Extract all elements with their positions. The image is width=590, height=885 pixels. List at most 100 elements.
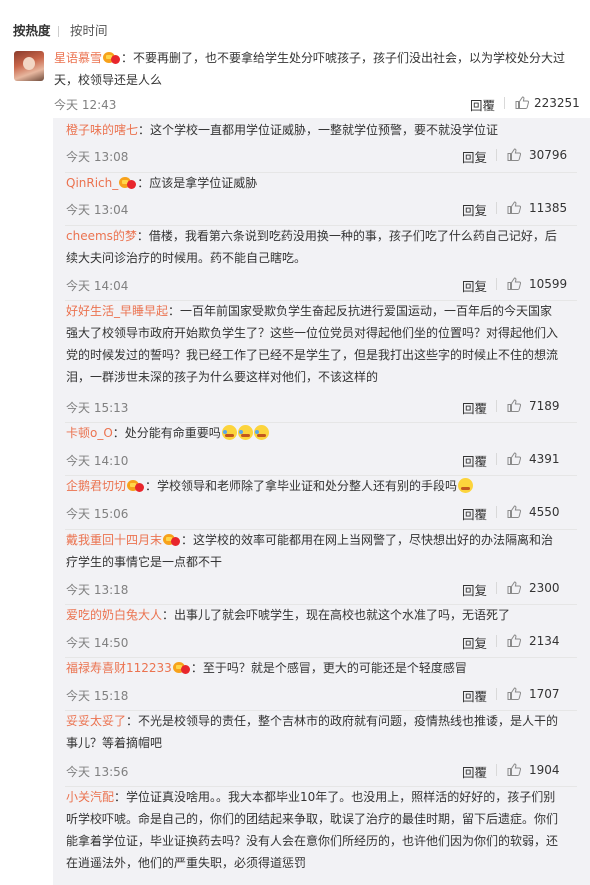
reply-text: ：学位证真没啥用。。我大本都毕业10年了。也没用上，照样活的好好的，孩子们别听学…	[66, 790, 559, 870]
like-icon[interactable]	[507, 399, 521, 412]
like-icon[interactable]	[507, 148, 521, 161]
like-icon[interactable]	[507, 687, 521, 700]
reply-text: ：至于吗？就是个感冒，更大的可能还是个轻度感冒	[190, 661, 467, 675]
reply-button[interactable]: 回复	[462, 200, 487, 219]
action-divider	[504, 97, 505, 109]
reply-time: 今天 14:10	[66, 454, 129, 468]
action-divider	[496, 582, 497, 594]
like-count: 2300	[529, 581, 560, 595]
emoji-icon	[237, 425, 253, 440]
username-link[interactable]: 星语慕雪	[54, 51, 102, 65]
reply-time: 今天 13:56	[66, 765, 129, 779]
reply-text: ：处分能有命重要吗	[112, 426, 221, 440]
emoji-icon	[221, 425, 237, 440]
reply-button[interactable]: 回复	[462, 580, 487, 599]
reply-text: ：应该是拿学位证威胁	[137, 176, 258, 190]
action-divider	[496, 635, 497, 647]
reply-body: cheems的梦：借楼，我看第六条说到吃药没用换一种的事，孩子们吃了什么药自己记…	[66, 225, 562, 269]
reply-button[interactable]: 回复	[462, 633, 487, 652]
reply-body: QinRich_ ：应该是拿学位证威胁	[66, 172, 562, 194]
reply-username-link[interactable]: 卡顿o_O	[66, 426, 113, 440]
reply-body: 妥妥太妥了：不光是校领导的责任，整个吉林市的政府就有问题，疫情热线也推诿，是人干…	[66, 710, 562, 754]
reply-username-link[interactable]: cheems的梦	[66, 229, 137, 243]
like-icon[interactable]	[507, 505, 521, 518]
reply-button[interactable]: 回覆	[462, 451, 487, 470]
reply-text: ：这个学校一直都用学位证威胁，一整就学位预警，要不就没学位证	[138, 123, 499, 137]
like-count: 1707	[529, 687, 560, 701]
reply-body: 小关汽配：学位证真没啥用。。我大本都毕业10年了。也没用上，照样活的好好的，孩子…	[66, 786, 562, 874]
reply-username-link[interactable]: 好好生活_早睡早起	[66, 304, 168, 318]
vip-badge-icon	[119, 176, 137, 189]
reply-body: 好好生活_早睡早起：一百年前国家受欺负学生奋起反抗进行爱国运动，一百年后的今天国…	[66, 300, 562, 388]
like-icon[interactable]	[515, 96, 529, 109]
like-icon[interactable]	[507, 581, 521, 594]
action-divider	[496, 764, 497, 776]
reply-button[interactable]: 回覆	[462, 398, 487, 417]
like-count: 11385	[529, 201, 568, 215]
reply-button[interactable]: 回覆	[462, 504, 487, 523]
action-divider	[496, 202, 497, 214]
comment-time: 今天 12:43	[54, 98, 117, 112]
like-icon[interactable]	[507, 201, 521, 214]
vip-badge-icon	[163, 533, 181, 546]
like-count: 7189	[529, 399, 560, 413]
reply-username-link[interactable]: 爱吃的奶白兔大人	[66, 608, 162, 622]
reply-button[interactable]: 回复	[462, 147, 487, 166]
action-divider	[496, 278, 497, 290]
comment-body: 星语慕雪 ：不要再删了，也不要拿给学生处分吓唬孩子，孩子们没出社会，以为学校处分大…	[54, 47, 582, 91]
action-divider	[496, 453, 497, 465]
reply-button[interactable]: 回复	[462, 276, 487, 295]
reply-body: 爱吃的奶白兔大人：出事儿了就会吓唬学生，现在高校也就这个水准了吗，无语死了	[66, 604, 562, 626]
reply-username-link[interactable]: 企鹅君切切	[66, 479, 126, 493]
vip-badge-icon	[127, 479, 145, 492]
reply-text: ：学校领导和老师除了拿毕业证和处分整人还有别的手段吗	[145, 479, 458, 493]
like-count: 2134	[529, 634, 560, 648]
reply-body: 卡顿o_O：处分能有命重要吗	[66, 422, 562, 444]
reply-username-link[interactable]: 橙子味的嗐七	[66, 123, 138, 137]
top-comment: 星语慕雪 ：不要再删了，也不要拿给学生处分吓唬孩子，孩子们没出社会，以为学校处分大…	[0, 46, 590, 118]
reply-body: 戴我重回十四月末 ：这学校的效率可能都用在网上当网警了，尽快想出好的办法隔离和治疗…	[66, 529, 562, 573]
reply-text: ：借楼，我看第六条说到吃药没用换一种的事，孩子们吃了什么药自己记好，后续大夫问诊…	[66, 229, 557, 265]
reply-time: 今天 14:50	[66, 636, 129, 650]
reply-button[interactable]: 回覆	[462, 686, 487, 705]
reply-text: ：不光是校领导的责任，整个吉林市的政府就有问题，疫情热线也推诿，是人干的事儿？等…	[66, 714, 559, 750]
sort-by-hot-tab[interactable]: 按热度	[13, 23, 51, 39]
reply-time: 今天 15:06	[66, 507, 129, 521]
like-icon[interactable]	[507, 763, 521, 776]
sort-bar: 按热度 按时间	[0, 0, 590, 46]
avatar[interactable]	[14, 51, 44, 81]
reply-username-link[interactable]: 妥妥太妥了	[66, 714, 126, 728]
vip-badge-icon	[103, 51, 121, 64]
like-count: 10599	[529, 277, 568, 291]
reply-body: 企鹅君切切 ：学校领导和老师除了拿毕业证和处分整人还有别的手段吗	[66, 475, 562, 497]
reply-username-link[interactable]: 福禄寿喜财112233	[66, 661, 172, 675]
reply-time: 今天 13:18	[66, 583, 129, 597]
like-count: 223251	[534, 96, 580, 110]
reply-time: 今天 14:04	[66, 279, 129, 293]
reply-username-link[interactable]: 小关汽配	[66, 790, 114, 804]
comment-text: ：不要再删了，也不要拿给学生处分吓唬孩子，孩子们没出社会，以为学校处分大过天，校…	[54, 51, 566, 87]
reply-body: 福禄寿喜财112233 ：至于吗？就是个感冒，更大的可能还是个轻度感冒	[66, 657, 562, 679]
reply-text: ：出事儿了就会吓唬学生，现在高校也就这个水准了吗，无语死了	[162, 608, 511, 622]
like-count: 1904	[529, 763, 560, 777]
like-icon[interactable]	[507, 277, 521, 290]
emoji-icon	[458, 478, 474, 493]
sort-by-time-tab[interactable]: 按时间	[70, 23, 108, 39]
sort-divider	[58, 26, 59, 37]
action-divider	[496, 400, 497, 412]
like-count: 4391	[529, 452, 560, 466]
like-icon[interactable]	[507, 452, 521, 465]
reply-button[interactable]: 回覆	[462, 762, 487, 781]
action-divider	[496, 688, 497, 700]
like-icon[interactable]	[507, 634, 521, 647]
reply-time: 今天 13:04	[66, 203, 129, 217]
reply-button[interactable]: 回覆	[470, 95, 495, 114]
action-divider	[496, 149, 497, 161]
reply-time: 今天 13:08	[66, 150, 129, 164]
reply-time: 今天 15:13	[66, 401, 129, 415]
reply-time: 今天 15:18	[66, 689, 129, 703]
action-divider	[496, 506, 497, 518]
like-count: 4550	[529, 505, 560, 519]
reply-username-link[interactable]: 戴我重回十四月末	[66, 533, 162, 547]
reply-username-link[interactable]: QinRich_	[66, 176, 118, 190]
